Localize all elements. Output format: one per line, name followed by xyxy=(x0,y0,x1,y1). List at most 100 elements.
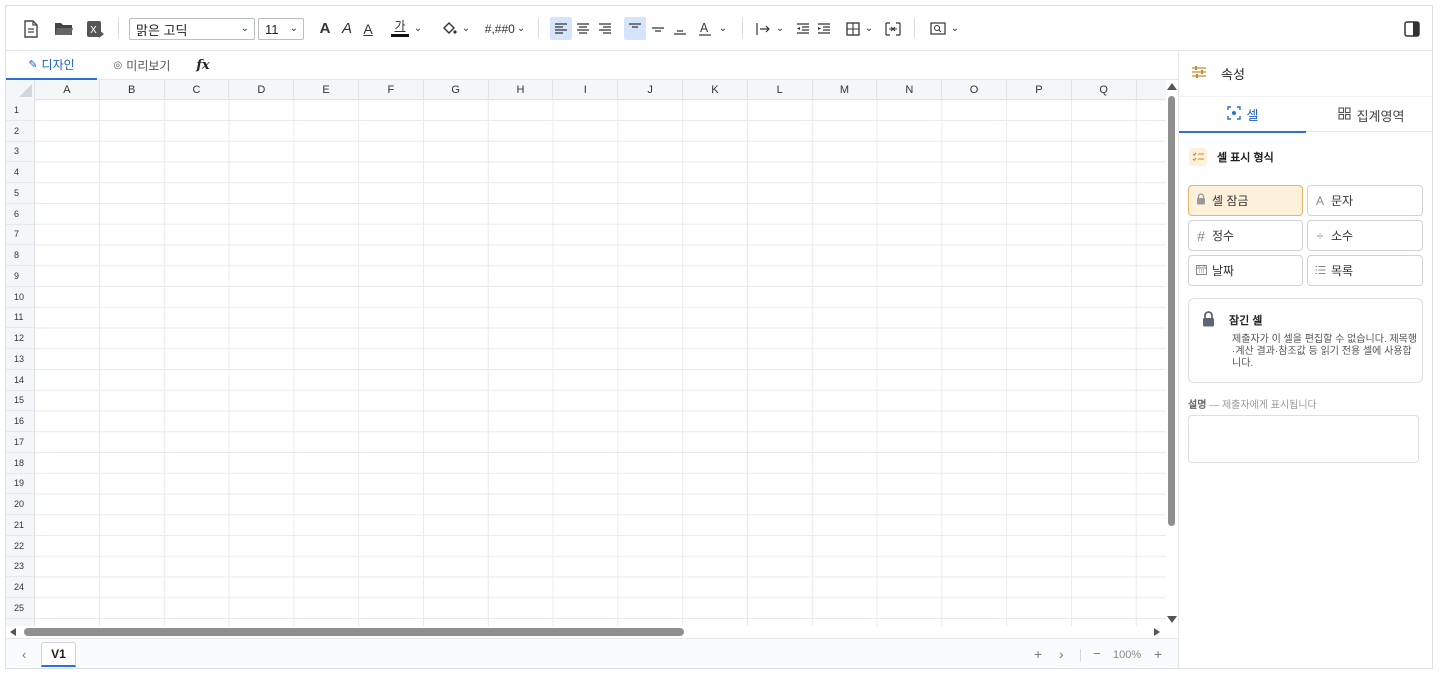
cells-area[interactable] xyxy=(35,100,1166,626)
column-header[interactable]: K xyxy=(683,80,748,100)
text-color-button[interactable]: 가 xyxy=(389,17,411,40)
format-lock-button[interactable]: 셀 잠금 xyxy=(1188,185,1303,216)
text-format-icon[interactable]: A xyxy=(696,17,716,40)
decrease-indent-icon[interactable] xyxy=(793,17,813,40)
horizontal-scrollbar[interactable] xyxy=(6,626,1166,638)
description-input[interactable] xyxy=(1188,415,1419,463)
column-header[interactable]: B xyxy=(100,80,165,100)
row-header[interactable]: 12 xyxy=(6,328,35,349)
increase-indent-icon[interactable] xyxy=(814,17,834,40)
row-header[interactable]: 18 xyxy=(6,453,35,474)
indent-arrow-icon[interactable] xyxy=(754,17,774,40)
font-family-select[interactable]: 맑은 고딕 ⌄ xyxy=(129,18,255,40)
number-format-button[interactable]: #,##0 ⌄ xyxy=(480,17,530,40)
tab-preview[interactable]: ◎ 미리보기 xyxy=(106,51,178,80)
align-left-icon[interactable] xyxy=(550,17,572,40)
column-header[interactable]: G xyxy=(424,80,489,100)
sheet-prev-button[interactable]: ‹ xyxy=(22,647,26,662)
column-header[interactable]: P xyxy=(1007,80,1072,100)
row-header[interactable]: 6 xyxy=(6,204,35,225)
column-header[interactable]: O xyxy=(942,80,1007,100)
bold-button[interactable]: A xyxy=(316,17,334,40)
chevron-down-icon[interactable]: ⌄ xyxy=(413,17,423,40)
column-header[interactable]: Q xyxy=(1072,80,1137,100)
column-header[interactable]: D xyxy=(229,80,295,100)
align-top-icon[interactable] xyxy=(624,17,646,40)
row-header[interactable]: 20 xyxy=(6,494,35,515)
merge-cells-icon[interactable] xyxy=(883,17,903,40)
row-header[interactable]: 16 xyxy=(6,411,35,432)
chevron-down-icon[interactable]: ⌄ xyxy=(864,17,874,40)
row-header[interactable]: 3 xyxy=(6,142,35,163)
underline-button[interactable]: A xyxy=(359,17,377,40)
row-header[interactable]: 14 xyxy=(6,370,35,391)
scroll-up-icon[interactable] xyxy=(1167,83,1177,90)
row-header[interactable]: 11 xyxy=(6,308,35,329)
row-header[interactable]: 17 xyxy=(6,432,35,453)
format-text-button[interactable]: A 문자 xyxy=(1307,185,1423,216)
column-header[interactable]: L xyxy=(748,80,813,100)
formula-button[interactable]: fx xyxy=(192,51,214,80)
column-header[interactable]: N xyxy=(877,80,943,100)
row-header[interactable]: 15 xyxy=(6,391,35,412)
row-header[interactable]: 2 xyxy=(6,121,35,142)
vertical-scroll-thumb[interactable] xyxy=(1168,96,1175,526)
column-header[interactable]: H xyxy=(489,80,554,100)
row-header[interactable]: 13 xyxy=(6,349,35,370)
vertical-scrollbar[interactable] xyxy=(1166,80,1178,626)
row-header[interactable]: 4 xyxy=(6,162,35,183)
sheet-next-button[interactable]: › xyxy=(1059,646,1064,662)
row-header[interactable]: 21 xyxy=(6,515,35,536)
row-header[interactable]: 9 xyxy=(6,266,35,287)
align-center-icon[interactable] xyxy=(573,17,593,40)
row-header[interactable]: 24 xyxy=(6,577,35,598)
row-header[interactable]: 10 xyxy=(6,287,35,308)
column-header[interactable]: A xyxy=(35,80,100,100)
zoom-in-button[interactable]: + xyxy=(1154,646,1162,662)
align-bottom-icon[interactable] xyxy=(670,17,690,40)
font-size-select[interactable]: 11 ⌄ xyxy=(258,18,304,40)
zoom-out-button[interactable]: − xyxy=(1093,646,1101,661)
scroll-right-icon[interactable] xyxy=(1154,628,1160,636)
format-decimal-button[interactable]: ÷ 소수 xyxy=(1307,220,1423,251)
add-sheet-button[interactable]: + xyxy=(1034,646,1042,662)
row-header[interactable]: 23 xyxy=(6,557,35,578)
borders-icon[interactable] xyxy=(843,17,863,40)
align-right-icon[interactable] xyxy=(595,17,615,40)
chevron-down-icon[interactable]: ⌄ xyxy=(718,17,728,40)
row-header[interactable]: 19 xyxy=(6,474,35,495)
sheet-tab-v1[interactable]: V1 xyxy=(41,642,76,667)
row-header[interactable]: 1 xyxy=(6,100,35,121)
column-header[interactable]: E xyxy=(294,80,359,100)
scroll-left-icon[interactable] xyxy=(10,628,16,636)
format-date-button[interactable]: 날짜 xyxy=(1188,255,1303,286)
toggle-panel-icon[interactable] xyxy=(1402,17,1422,40)
italic-button[interactable]: A xyxy=(338,17,356,40)
column-header[interactable]: J xyxy=(618,80,683,100)
format-integer-button[interactable]: # 정수 xyxy=(1188,220,1303,251)
column-header[interactable]: C xyxy=(165,80,230,100)
column-header[interactable]: M xyxy=(813,80,878,100)
excel-import-icon[interactable]: X xyxy=(84,17,108,40)
tab-design[interactable]: ✎ 디자인 xyxy=(6,51,97,80)
row-header[interactable]: 25 xyxy=(6,598,35,619)
row-header[interactable]: 22 xyxy=(6,536,35,557)
zoom-view-icon[interactable] xyxy=(928,17,948,40)
fill-color-icon[interactable] xyxy=(438,17,460,40)
column-header[interactable]: F xyxy=(359,80,424,100)
row-header[interactable]: 7 xyxy=(6,225,35,246)
tab-aggregate[interactable]: 집계영역 xyxy=(1307,97,1432,133)
scroll-down-icon[interactable] xyxy=(1167,616,1177,623)
column-header[interactable]: I xyxy=(553,80,619,100)
row-header[interactable]: 8 xyxy=(6,245,35,266)
tab-cell[interactable]: 셀 xyxy=(1179,97,1306,133)
horizontal-scroll-thumb[interactable] xyxy=(24,628,684,636)
align-middle-icon[interactable] xyxy=(648,17,668,40)
chevron-down-icon[interactable]: ⌄ xyxy=(461,17,471,40)
select-all-corner[interactable] xyxy=(6,80,35,100)
open-folder-icon[interactable] xyxy=(52,17,76,40)
new-file-icon[interactable] xyxy=(20,17,42,40)
format-list-button[interactable]: 목록 xyxy=(1307,255,1423,286)
chevron-down-icon[interactable]: ⌄ xyxy=(775,17,785,40)
row-header[interactable]: 5 xyxy=(6,183,35,204)
